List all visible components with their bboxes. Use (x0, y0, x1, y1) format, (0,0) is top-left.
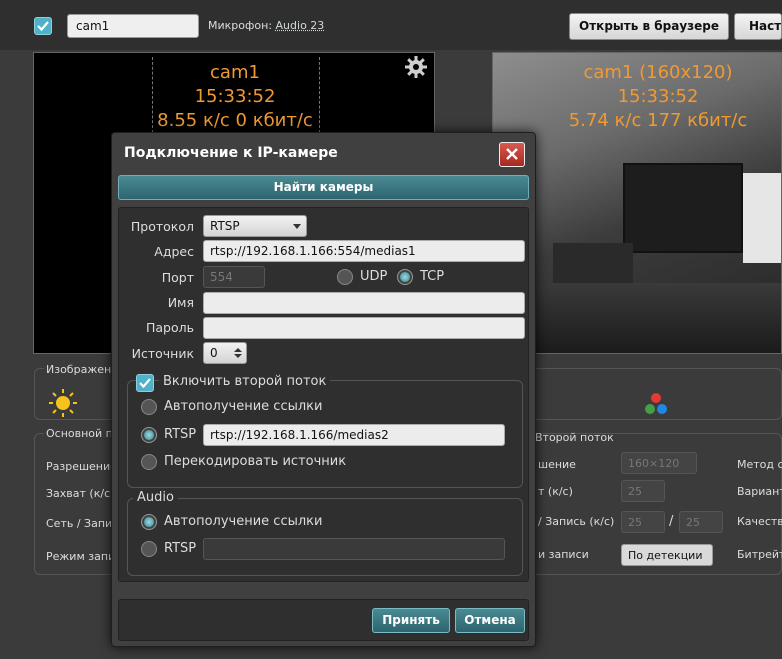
method-label: Метод с (737, 458, 782, 471)
gear-icon[interactable] (404, 55, 428, 79)
tcp-label: TCP (420, 269, 445, 284)
camera-name-input[interactable]: cam1 (67, 14, 199, 38)
second-auto-radio[interactable] (141, 399, 157, 415)
close-button[interactable] (499, 142, 525, 167)
network-record-label: Сеть / Запис (46, 517, 119, 530)
second-rtsp-input[interactable]: rtsp://192.168.1.166/medias2 (203, 424, 505, 446)
open-in-browser-button[interactable]: Открыть в браузере (569, 13, 729, 40)
capture-fps-label: Захват (к/с) (46, 487, 115, 500)
settings-button[interactable]: Настр (734, 13, 782, 40)
video-timestamp: 15:33:52 (617, 86, 699, 107)
second-network-spinner[interactable]: 25 (621, 511, 665, 533)
separator: / (669, 514, 674, 529)
bitrate-label: Битрейт (737, 548, 782, 561)
password-label: Пароль (146, 320, 194, 335)
image-section-label: Изображени (44, 363, 121, 376)
port-label: Порт (161, 270, 194, 285)
audio-group (127, 498, 523, 576)
second-resolution-select[interactable]: 160×120 (621, 452, 697, 474)
microphone-link[interactable]: Audio 23 (276, 19, 325, 32)
quality-label: Качеств (737, 515, 782, 528)
address-label: Адрес (154, 244, 194, 259)
audio-auto-radio[interactable] (141, 514, 157, 530)
video-camera-name: cam1 (210, 62, 260, 83)
username-input[interactable] (203, 292, 525, 314)
port-input[interactable]: 554 (203, 266, 265, 288)
second-record-mode-select[interactable]: По детекции (621, 544, 713, 566)
connection-form: Протокол RTSP Адрес rtsp://192.168.1.166… (118, 207, 529, 582)
second-fps-select[interactable]: 25 (621, 480, 665, 502)
address-input[interactable]: rtsp://192.168.1.166:554/medias1 (203, 240, 525, 262)
protocol-label: Протокол (130, 219, 194, 234)
main-stream-label: Основной по (44, 427, 122, 440)
protocol-select[interactable]: RTSP (203, 215, 307, 237)
audio-rtsp-radio[interactable] (141, 541, 157, 557)
second-rtsp-radio[interactable] (141, 427, 157, 443)
enable-second-stream-label: Включить второй поток (159, 374, 331, 389)
source-spinner[interactable]: 0 (203, 342, 247, 364)
password-input[interactable] (203, 317, 525, 339)
audio-legend: Audio (133, 490, 178, 505)
video-camera-name: cam1 (160x120) (583, 62, 733, 83)
spinner-arrows-icon (234, 348, 242, 358)
chevron-down-icon (293, 224, 301, 229)
dialog-title: Подключение к IP-камере (124, 145, 338, 161)
second-mode-label: и записи (538, 548, 589, 561)
tcp-radio[interactable] (397, 269, 413, 285)
transcode-radio[interactable] (141, 454, 157, 470)
video-stats: 5.74 к/с 177 кбит/с (568, 110, 748, 131)
udp-label: UDP (360, 269, 388, 284)
transcode-label: Перекодировать источник (164, 454, 347, 469)
second-resolution-label: шение (538, 458, 576, 471)
udp-radio[interactable] (337, 269, 353, 285)
second-capture-label: т (к/с) (538, 485, 573, 498)
camera-enabled-checkbox[interactable] (34, 17, 52, 35)
ip-camera-dialog: Подключение к IP-камере Найти камеры Про… (111, 132, 536, 647)
audio-rtsp-label: RTSP (164, 541, 197, 556)
color-balance-icon (645, 393, 667, 414)
record-mode-label: Режим запис (46, 550, 122, 563)
checkmark-icon (139, 378, 151, 389)
close-icon (506, 148, 518, 160)
username-label: Имя (167, 295, 194, 310)
enable-second-stream-checkbox[interactable] (136, 374, 154, 392)
second-rtsp-label: RTSP (164, 427, 197, 442)
second-auto-label: Автополучение ссылки (164, 399, 323, 414)
source-label: Источник (131, 346, 194, 361)
second-network-label: / Запись (к/с) (538, 515, 615, 528)
video-stats: 8.55 к/с 0 кбит/с (157, 110, 313, 131)
dialog-footer: Принять Отмена (118, 599, 529, 641)
resolution-label: Разрешение (46, 460, 117, 473)
second-stream-label: Второй поток (535, 431, 614, 444)
brightness-icon (49, 389, 77, 417)
variant-label: Вариант (737, 485, 782, 498)
find-cameras-button[interactable]: Найти камеры (118, 175, 529, 200)
camera-toolbar: cam1 Микрофон: Audio 23 Открыть в браузе… (0, 0, 782, 50)
microphone-label: Микрофон: Audio 23 (208, 19, 325, 32)
video-timestamp: 15:33:52 (194, 86, 276, 107)
audio-auto-label: Автополучение ссылки (164, 514, 323, 529)
checkmark-icon (37, 21, 49, 32)
cancel-button[interactable]: Отмена (455, 608, 525, 633)
accept-button[interactable]: Принять (372, 608, 450, 633)
audio-rtsp-input[interactable] (203, 538, 505, 560)
second-record-spinner[interactable]: 25 (679, 511, 723, 533)
